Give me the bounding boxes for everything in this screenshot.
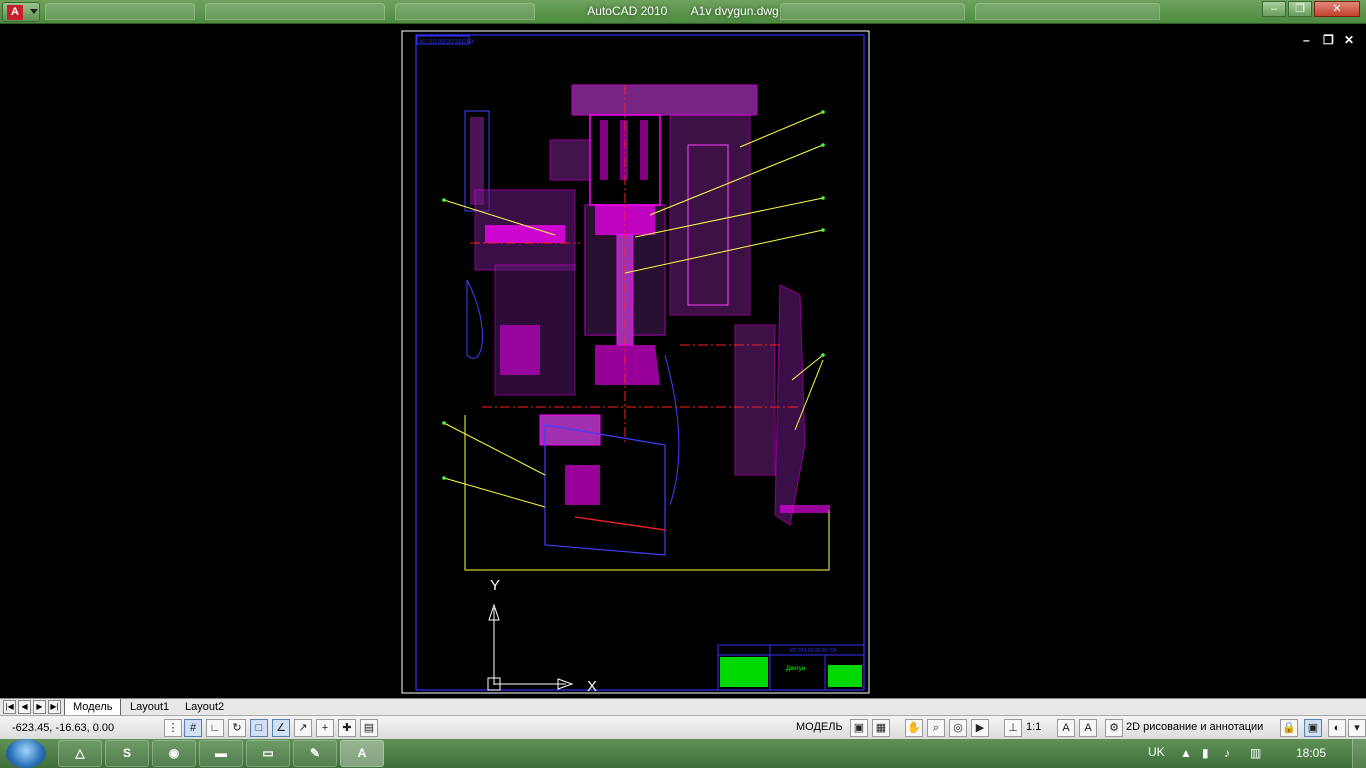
leader-line	[443, 422, 546, 476]
layout-view-icon[interactable]: ▣	[850, 719, 868, 737]
snap-mode-icon[interactable]: ⋮	[164, 719, 182, 737]
title-block-name: Двигун	[786, 666, 805, 672]
output-shaft-end	[780, 505, 830, 513]
object-snap-icon[interactable]: □	[250, 719, 268, 737]
tab-model[interactable]: Модель	[64, 699, 122, 715]
leader-point	[442, 421, 446, 425]
title-block-table	[720, 657, 768, 687]
file-name: A1v dvygun.dwg	[690, 4, 779, 18]
window-title: AutoCAD 2010 A1v dvygun.dwg	[0, 4, 1366, 18]
app-name: AutoCAD 2010	[587, 4, 668, 18]
battery-icon[interactable]: ▮	[1202, 746, 1209, 760]
title-block-code: КП 039.00.00.00. СК	[790, 648, 836, 654]
flywheel-housing	[734, 324, 776, 476]
lineweight-icon[interactable]: ✚	[338, 719, 356, 737]
valve-spring	[640, 120, 648, 180]
windows-taskbar: △ S ◉ ▬ ▭ ✎ A UK ▲ ▮ ♪ ▥ 18:05	[0, 739, 1366, 768]
folder-icon[interactable]: ▭	[246, 740, 290, 767]
lock-icon[interactable]: 🔒	[1280, 719, 1298, 737]
chrome-icon[interactable]: ◉	[152, 740, 196, 767]
pan-icon[interactable]: ✋	[905, 719, 923, 737]
title-block-stamp	[828, 665, 862, 687]
showmotion-icon[interactable]: ▶	[971, 719, 989, 737]
clock[interactable]: 18:05	[1296, 746, 1326, 760]
dynamic-input-icon[interactable]: +	[316, 719, 334, 737]
ucs-y-label: Y	[490, 577, 500, 594]
title-bar: A AutoCAD 2010 A1v dvygun.dwg – ❐ ✕	[0, 0, 1366, 24]
leader-point	[442, 476, 446, 480]
annotation-scale-value[interactable]: 1:1	[1026, 721, 1041, 733]
window-maximize-button[interactable]: ❐	[1288, 1, 1312, 17]
autocad-icon[interactable]: A	[340, 740, 384, 767]
show-desktop-button[interactable]	[1352, 739, 1366, 768]
status-bar-menu-icon[interactable]: ▾	[1348, 719, 1366, 737]
polar-tracking-icon[interactable]: ↻	[228, 719, 246, 737]
ortho-mode-icon[interactable]: ∟	[206, 719, 224, 737]
hardware-acceleration-icon[interactable]: ▣	[1304, 719, 1322, 737]
layout-tab-bar: |◀ ◀ ▶ ▶| Модель Layout1 Layout2	[0, 698, 1366, 715]
intake-port	[549, 139, 591, 181]
leader-line	[739, 111, 824, 148]
terminal-icon[interactable]: ▬	[199, 740, 243, 767]
auto-scale-icon[interactable]: A	[1079, 719, 1097, 737]
autodesk-icon[interactable]: △	[58, 740, 102, 767]
engine-drawing: ХО ’ОО’ОО’ОО’ББО ЦХ КП 039.00.00.00. СК …	[401, 30, 870, 695]
paint-icon[interactable]: ✎	[293, 740, 337, 767]
tray-expand-icon[interactable]: ▲	[1180, 746, 1192, 760]
prev-tab-button[interactable]: ◀	[18, 700, 31, 714]
leader-line	[443, 477, 546, 508]
leader-point	[442, 198, 446, 202]
next-tab-button[interactable]: ▶	[33, 700, 46, 714]
coordinate-readout[interactable]: -623.45, -16.63, 0.00	[12, 722, 114, 734]
network-icon[interactable]: ▥	[1250, 746, 1261, 760]
steering-wheel-icon[interactable]: ◎	[949, 719, 967, 737]
flywheel	[774, 284, 806, 526]
tab-layout1[interactable]: Layout1	[122, 699, 177, 715]
gear-left	[500, 325, 540, 375]
annotation-visibility-icon[interactable]: A	[1057, 719, 1075, 737]
grid-display-icon[interactable]: #	[184, 719, 202, 737]
valve-spring	[620, 120, 628, 180]
volume-icon[interactable]: ♪	[1224, 746, 1230, 760]
ucs-x-label: X	[587, 678, 597, 695]
crank-throw	[595, 345, 660, 385]
frame-label: ХО ’ОО’ОО’ОО’ББО ЦХ	[419, 39, 475, 45]
status-bar: -623.45, -16.63, 0.00 ⋮ # ∟ ↻ □ ∠ ↗ + ✚ …	[0, 715, 1366, 739]
shift-rod-axis	[574, 516, 666, 531]
leader-point	[821, 228, 825, 232]
ucs-icon	[487, 603, 574, 691]
model-space-toggle[interactable]: МОДЕЛЬ	[796, 721, 843, 733]
quick-view-drawings-icon[interactable]: ▦	[872, 719, 890, 737]
crankcase-contour	[664, 354, 680, 506]
quick-properties-icon[interactable]: ▤	[360, 719, 378, 737]
object-snap-tracking-icon[interactable]: ∠	[272, 719, 290, 737]
drawing-canvas[interactable]: – ❐ ✕ ХО ’ОО’ОО’ОО’ББО ЦХ КП 039.00.00.0…	[0, 25, 1366, 698]
gear-bottom	[565, 465, 600, 505]
left-cover	[466, 279, 483, 359]
leader-point	[821, 196, 825, 200]
dynamic-ucs-icon[interactable]: ↗	[294, 719, 312, 737]
first-tab-button[interactable]: |◀	[3, 700, 16, 714]
annotation-scale-icon[interactable]: ⊥	[1004, 719, 1022, 737]
valve-spring	[600, 120, 608, 180]
cylinder-head	[571, 84, 758, 116]
workspace-gear-icon[interactable]: ⚙	[1105, 719, 1123, 737]
workspace-selector[interactable]: 2D рисование и аннотации	[1126, 721, 1263, 733]
leader-point	[821, 353, 825, 357]
leader-point	[821, 143, 825, 147]
skype-icon[interactable]: S	[105, 740, 149, 767]
leader-point	[821, 110, 825, 114]
last-tab-button[interactable]: ▶|	[48, 700, 61, 714]
zoom-icon[interactable]: ⌕	[927, 719, 945, 737]
window-minimize-button[interactable]: –	[1262, 1, 1286, 17]
start-button[interactable]	[6, 739, 46, 768]
gear-lower	[539, 414, 601, 446]
keyboard-language[interactable]: UK	[1148, 745, 1165, 759]
window-close-button[interactable]: ✕	[1314, 1, 1360, 17]
tab-layout2[interactable]: Layout2	[177, 699, 232, 715]
isolate-objects-icon[interactable]: ◐	[1328, 719, 1346, 737]
